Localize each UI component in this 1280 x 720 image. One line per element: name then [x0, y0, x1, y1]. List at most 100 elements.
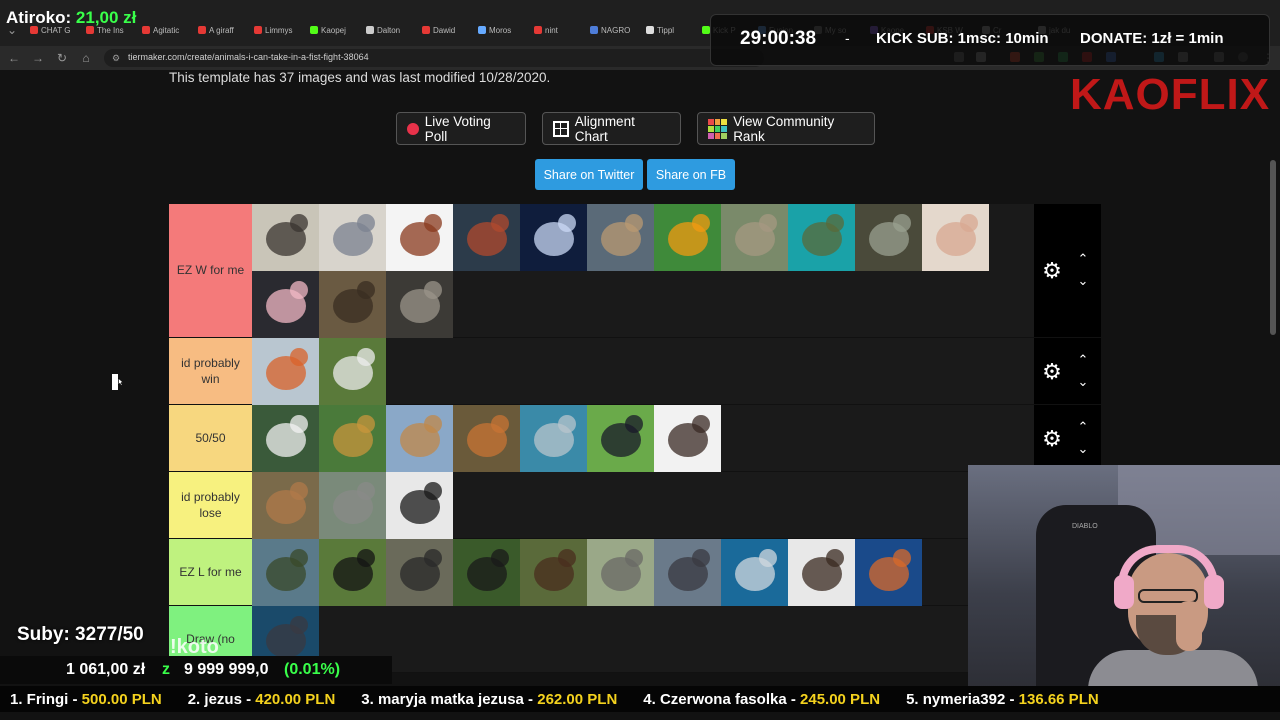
tier-item-sea-turtle[interactable]	[788, 204, 855, 271]
tier-settings-gear-icon[interactable]: ⚙	[1040, 259, 1064, 283]
tier-item-dog[interactable]	[453, 405, 520, 472]
tier-item-porcupine[interactable]	[319, 271, 386, 338]
share-fb-button[interactable]: Share on FB	[647, 159, 735, 190]
tier-item-chimpanzee[interactable]	[453, 539, 520, 606]
browser-tab[interactable]: A giraff	[198, 22, 252, 38]
tab-favicon-icon	[646, 26, 654, 34]
tier-label[interactable]: id probably lose	[169, 472, 252, 538]
page-scrollbar[interactable]	[1270, 160, 1276, 335]
alignment-chart-button[interactable]: Alignment Chart	[542, 112, 681, 145]
live-voting-poll-button[interactable]: Live Voting Poll	[396, 112, 526, 145]
tier-controls: ⚙ ⌃ ⌄	[1034, 204, 1101, 337]
browser-tab[interactable]: Kaopej	[310, 22, 364, 38]
tier-item-raccoon[interactable]	[386, 271, 453, 338]
tier-item-toucan[interactable]	[654, 204, 721, 271]
browser-tab[interactable]: Tippl	[646, 22, 700, 38]
tier-item-black-bear[interactable]	[319, 539, 386, 606]
animal-head-shape	[357, 482, 375, 500]
browser-tab[interactable]: Agitatic	[142, 22, 196, 38]
ticker-donor: 5. nymeria392 -	[906, 690, 1015, 708]
tier-items	[252, 338, 1034, 405]
tab-favicon-icon	[702, 26, 710, 34]
tier-item-lobster[interactable]	[453, 204, 520, 271]
goal-current: 1 061,00 zł	[66, 661, 146, 678]
tab-label: Kaopej	[321, 25, 346, 35]
tier-item-dolphin[interactable]	[520, 405, 587, 472]
tab-label: Dawid	[433, 25, 456, 35]
browser-tab[interactable]: Dalton	[366, 22, 420, 38]
tier-item-seal[interactable]	[654, 539, 721, 606]
tier-label[interactable]: id probably win	[169, 338, 252, 404]
tier-item-crocodile[interactable]	[252, 539, 319, 606]
tier-item-pig[interactable]	[922, 204, 989, 271]
ticker-amount: 262.00 PLN	[537, 690, 618, 708]
browser-tab[interactable]: Limmys	[254, 22, 308, 38]
ticker-entry: 5. nymeria392 - 136.66 PLN	[906, 691, 1099, 708]
view-community-rank-button[interactable]: View Community Rank	[697, 112, 875, 145]
tier-item-man[interactable]	[654, 405, 721, 472]
browser-tab[interactable]: nint	[534, 22, 588, 38]
goal-max: 9 999 999,0	[184, 661, 269, 678]
tier-item-axolotl[interactable]	[252, 271, 319, 338]
home-icon[interactable]: ⌂	[78, 50, 94, 66]
ticker-donor: 4. Czerwona fasolka -	[643, 690, 796, 708]
tier-item-camel[interactable]	[386, 405, 453, 472]
tier-row: EZ L for me	[169, 539, 1101, 606]
tab-label: Dalton	[377, 25, 401, 35]
browser-tab[interactable]: Dawid	[422, 22, 476, 38]
tier-item-giraffe[interactable]	[319, 405, 386, 472]
animal-head-shape	[424, 549, 442, 567]
tier-item-cow[interactable]	[386, 472, 453, 539]
move-tier-down-icon[interactable]: ⌄	[1076, 442, 1090, 455]
tier-row: id probably win ⚙ ⌃ ⌄	[169, 338, 1101, 405]
animal-head-shape	[625, 415, 643, 433]
move-tier-up-icon[interactable]: ⌃	[1076, 252, 1090, 265]
tier-label[interactable]: EZ W for me	[169, 204, 252, 337]
tier-item-goat[interactable]	[319, 338, 386, 405]
tier-settings-gear-icon[interactable]: ⚙	[1040, 426, 1064, 451]
tier-item-walrus[interactable]	[788, 539, 855, 606]
community-rank-label: View Community Rank	[733, 113, 835, 144]
tier-item-moose[interactable]	[520, 539, 587, 606]
tab-label: Tippl	[657, 25, 675, 35]
url-field[interactable]: ⚙ tiermaker.com/create/animals-i-can-tak…	[104, 49, 764, 67]
site-info-icon[interactable]: ⚙	[108, 50, 124, 66]
goal-separator: z	[162, 661, 170, 678]
browser-tab[interactable]: Moros	[478, 22, 532, 38]
move-tier-up-icon[interactable]: ⌃	[1076, 353, 1090, 366]
kaoflix-logo: KAOFLIX	[1070, 70, 1271, 119]
tier-item-cassowary[interactable]	[587, 405, 654, 472]
browser-tab[interactable]: NAGRO	[590, 22, 644, 38]
tier-item-canada-goose[interactable]	[252, 204, 319, 271]
tier-item-wolf[interactable]	[319, 472, 386, 539]
tier-item-shark[interactable]	[721, 539, 788, 606]
back-icon[interactable]: ←	[6, 50, 22, 66]
reload-icon[interactable]: ↻	[54, 50, 70, 66]
tier-item-fox[interactable]	[252, 338, 319, 405]
tier-item-meerkat[interactable]	[587, 204, 654, 271]
ticker-donor: 1. Fringi -	[10, 690, 78, 708]
move-tier-down-icon[interactable]: ⌄	[1076, 274, 1090, 287]
animal-head-shape	[424, 281, 442, 299]
animal-head-shape	[893, 549, 911, 567]
tier-item-rhino[interactable]	[587, 539, 654, 606]
forward-icon[interactable]: →	[30, 50, 46, 66]
tier-item-ant[interactable]	[386, 204, 453, 271]
animal-head-shape	[491, 415, 509, 433]
tier-item-jellyfish[interactable]	[520, 204, 587, 271]
tier-label[interactable]: EZ L for me	[169, 539, 252, 605]
tier-item-kangaroo[interactable]	[252, 472, 319, 539]
share-twitter-button[interactable]: Share on Twitter	[535, 159, 643, 190]
tier-item-panda[interactable]	[252, 405, 319, 472]
tier-item-pigeon[interactable]	[319, 204, 386, 271]
tier-settings-gear-icon[interactable]: ⚙	[1040, 359, 1064, 384]
tier-item-snake[interactable]	[855, 204, 922, 271]
animal-head-shape	[357, 348, 375, 366]
move-tier-down-icon[interactable]: ⌄	[1076, 375, 1090, 388]
tier-item-octopus[interactable]	[855, 539, 922, 606]
ticker-donor: 3. maryja matka jezusa -	[361, 690, 534, 708]
tier-item-sloth[interactable]	[721, 204, 788, 271]
tier-item-honey-badger[interactable]	[386, 539, 453, 606]
tier-label[interactable]: 50/50	[169, 405, 252, 471]
move-tier-up-icon[interactable]: ⌃	[1076, 420, 1090, 433]
